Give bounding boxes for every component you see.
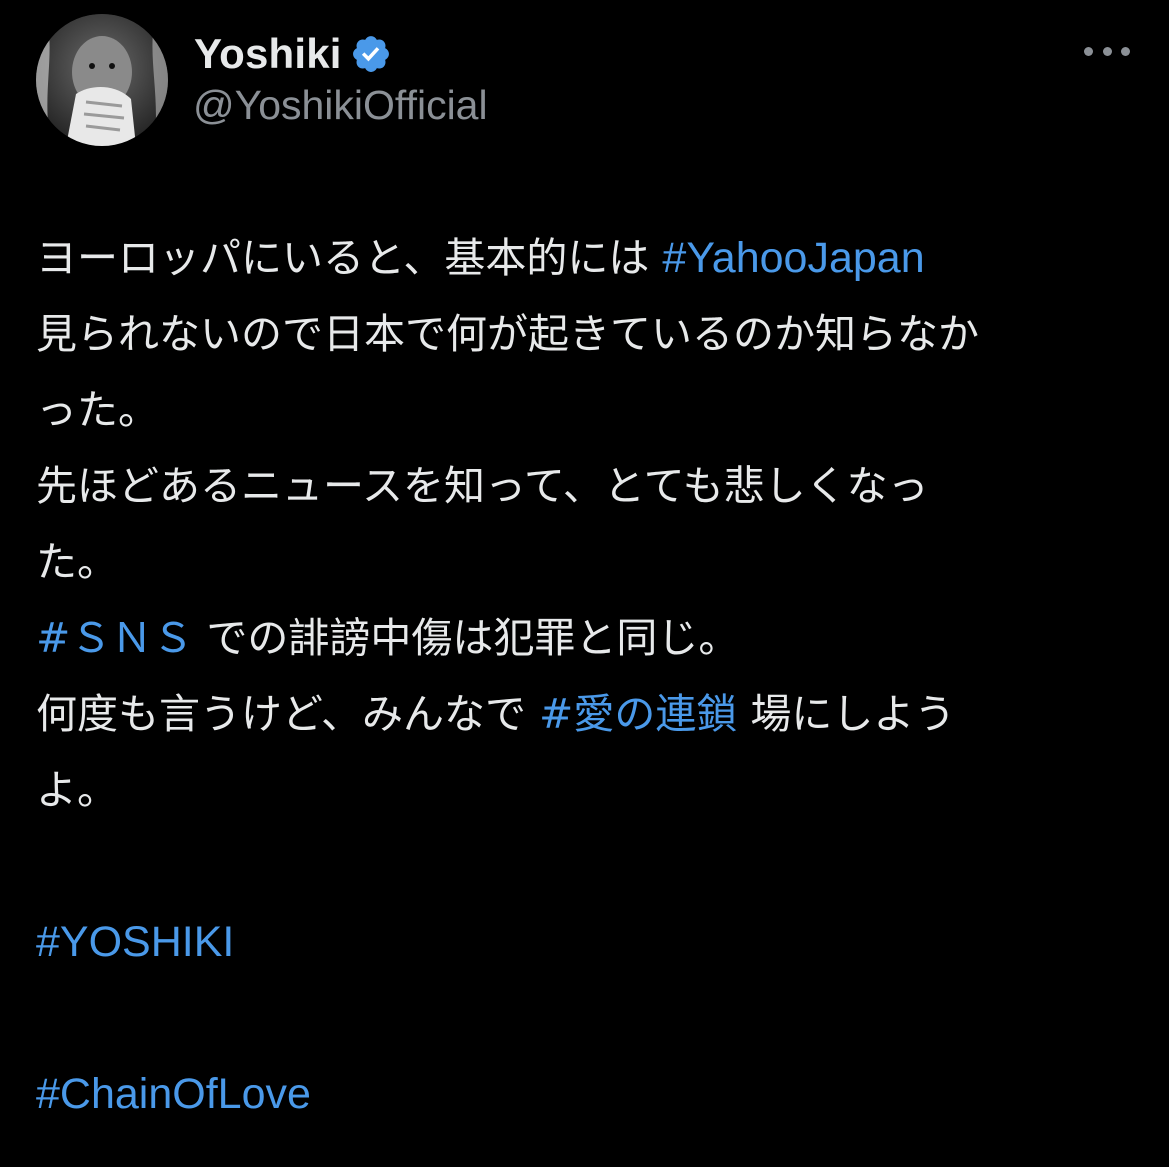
tweet-text: ヨーロッパにいると、基本的には #YahooJapan 見られないので日本で何が… bbox=[36, 220, 1146, 1132]
hashtag-link[interactable]: #YahooJapan bbox=[662, 234, 924, 282]
tweet-line: 見られないので日本で何が起きているのか知らなか bbox=[36, 296, 1146, 372]
tweet-line: ヨーロッパにいると、基本的には #YahooJapan bbox=[36, 220, 1146, 296]
tweet-line: #ＳＮＳ での誹謗中傷は犯罪と同じ。 bbox=[36, 600, 1146, 676]
tweet-text-segment: った。 bbox=[36, 386, 159, 434]
tweet-line: #YOSHIKI bbox=[36, 904, 1146, 980]
tweet-line: った。 bbox=[36, 372, 1146, 448]
tweet-text-segment: での誹謗中傷は犯罪と同じ。 bbox=[193, 614, 740, 662]
author-handle[interactable]: @YoshikiOfficial bbox=[193, 82, 488, 129]
avatar[interactable] bbox=[36, 14, 168, 146]
tweet-text-segment: 場にしよう bbox=[737, 690, 956, 738]
hashtag-link[interactable]: #YOSHIKI bbox=[36, 918, 234, 966]
hashtag-link[interactable]: #ChainOfLove bbox=[36, 1070, 311, 1118]
author-display-name[interactable]: Yoshiki bbox=[194, 30, 342, 78]
avatar-photo-icon bbox=[36, 14, 168, 146]
tweet-line: 何度も言うけど、みんなで #愛の連鎖 場にしよう bbox=[36, 676, 1146, 752]
hashtag-link[interactable]: #愛の連鎖 bbox=[539, 690, 737, 738]
tweet-line: #ChainOfLove bbox=[36, 1056, 1146, 1132]
tweet: Yoshiki @YoshikiOfficial ヨーロッパにいると、基本的には… bbox=[0, 0, 1169, 1167]
tweet-text-segment: 先ほどあるニュースを知って、とても悲しくなっ bbox=[36, 462, 929, 510]
tweet-text-segment: ヨーロッパにいると、基本的には bbox=[36, 234, 663, 282]
hashtag-link[interactable]: #ＳＮＳ bbox=[36, 614, 193, 662]
tweet-line: 先ほどあるニュースを知って、とても悲しくなっ bbox=[36, 448, 1146, 524]
tweet-line: よ。 bbox=[36, 752, 1146, 828]
verified-badge-icon bbox=[350, 33, 392, 75]
tweet-text-segment: た。 bbox=[36, 538, 118, 586]
more-options-icon[interactable] bbox=[1084, 36, 1130, 66]
tweet-text-segment: よ。 bbox=[36, 766, 118, 814]
tweet-text-segment: 何度も言うけど、みんなで bbox=[36, 690, 539, 738]
tweet-text-segment: 見られないので日本で何が起きているのか知らなか bbox=[36, 310, 979, 358]
author-name-row: Yoshiki bbox=[194, 26, 392, 82]
tweet-line: た。 bbox=[36, 524, 1146, 600]
